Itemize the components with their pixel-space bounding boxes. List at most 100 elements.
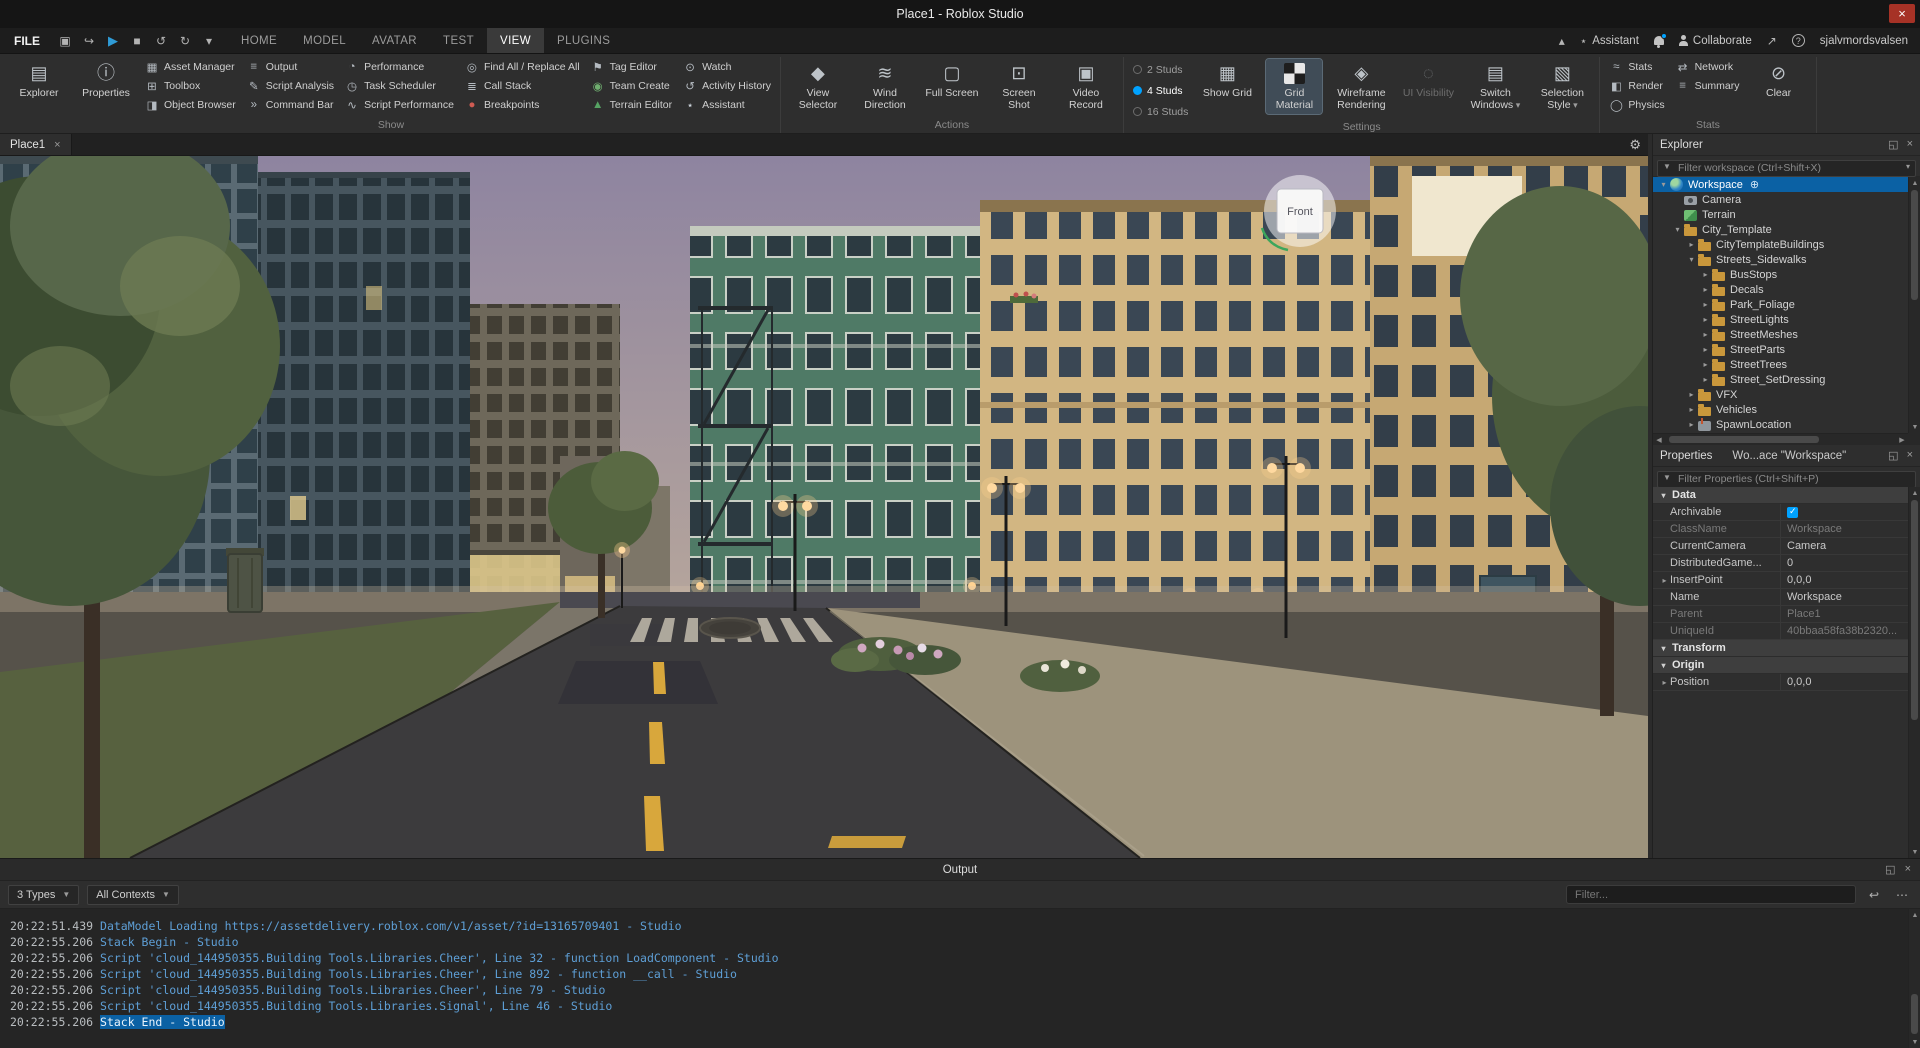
- log-line[interactable]: 20:22:55.206 Script 'cloud_144950355.Bui…: [10, 950, 1908, 966]
- scroll-right-icon[interactable]: ▶: [1896, 434, 1908, 446]
- property-value-currentcamera[interactable]: Camera: [1781, 538, 1908, 554]
- property-section-origin[interactable]: ▾Origin: [1653, 657, 1908, 674]
- menu-tab-home[interactable]: HOME: [228, 28, 290, 53]
- ribbon-breakpoints-button[interactable]: ●Breakpoints: [465, 97, 580, 112]
- expand-arrow-icon[interactable]: ▾: [1686, 255, 1697, 264]
- menu-tab-avatar[interactable]: AVATAR: [359, 28, 430, 53]
- play-icon[interactable]: ▶: [102, 31, 124, 51]
- properties-dock-icon[interactable]: ◱: [1888, 449, 1898, 462]
- ribbon-screen-shot-button[interactable]: ⊡Screen Shot: [991, 59, 1047, 114]
- window-icon[interactable]: ▣: [54, 31, 76, 51]
- ribbon-4-studs-option[interactable]: 4 Studs: [1133, 83, 1188, 98]
- log-line[interactable]: 20:22:55.206 Script 'cloud_144950355.Bui…: [10, 982, 1908, 998]
- tree-item-decals[interactable]: ▸Decals: [1653, 282, 1908, 297]
- ribbon-full-screen-button[interactable]: ▢Full Screen: [924, 59, 980, 101]
- expand-arrow-icon[interactable]: ▸: [1686, 405, 1697, 414]
- ribbon-asset-manager-button[interactable]: ▦Asset Manager: [145, 59, 236, 74]
- scroll-up-icon[interactable]: ▲: [1909, 177, 1920, 189]
- explorer-dock-icon[interactable]: ◱: [1888, 138, 1898, 151]
- expand-arrow-icon[interactable]: ▸: [1700, 345, 1711, 354]
- tree-item-spawnlocation[interactable]: ▸SpawnLocation: [1653, 417, 1908, 432]
- scroll-down-icon[interactable]: ▼: [1909, 846, 1920, 858]
- menu-tab-plugins[interactable]: PLUGINS: [544, 28, 623, 53]
- property-value-uniqueid[interactable]: 40bbaa58fa38b2320...: [1781, 623, 1908, 639]
- stop-icon[interactable]: ■: [126, 31, 148, 51]
- tree-item-streets-sidewalks[interactable]: ▾Streets_Sidewalks: [1653, 252, 1908, 267]
- properties-vscrollbar[interactable]: ▲ ▼: [1908, 487, 1920, 858]
- ribbon-summary-button[interactable]: ≡Summary: [1676, 78, 1740, 93]
- tree-item-street-setdressing[interactable]: ▸Street_SetDressing: [1653, 372, 1908, 387]
- viewport-settings-gear-icon[interactable]: ⚙: [1629, 137, 1641, 153]
- ribbon-network-button[interactable]: ⇄Network: [1676, 59, 1740, 74]
- ribbon-render-button[interactable]: ◧Render: [1609, 78, 1664, 93]
- ribbon-script-analysis-button[interactable]: ✎Script Analysis: [247, 78, 334, 93]
- ribbon-script-performance-button[interactable]: ∿Script Performance: [345, 97, 454, 112]
- more-options-icon[interactable]: ⋯: [1892, 885, 1912, 905]
- property-section-transform[interactable]: ▾Transform: [1653, 640, 1908, 657]
- property-value-position[interactable]: 0,0,0: [1781, 674, 1908, 690]
- collaborate-button[interactable]: Collaborate: [1679, 35, 1752, 47]
- properties-close-icon[interactable]: ×: [1907, 449, 1913, 462]
- log-line[interactable]: 20:22:51.439 DataModel Loading https://a…: [10, 918, 1908, 934]
- ribbon-terrain-editor-button[interactable]: ▲Terrain Editor: [591, 97, 672, 112]
- chevron-down-icon[interactable]: ▾: [198, 31, 220, 51]
- ribbon-call-stack-button[interactable]: ≣Call Stack: [465, 78, 580, 93]
- share-icon[interactable]: ↗: [1767, 34, 1777, 48]
- scroll-up-icon[interactable]: ▲: [1909, 909, 1920, 921]
- ribbon-selection-style-button[interactable]: ▧Selection Style ▾: [1534, 59, 1590, 114]
- word-wrap-icon[interactable]: ↩: [1864, 885, 1884, 905]
- ribbon-performance-button[interactable]: ◔Performance: [345, 59, 454, 74]
- tree-item-streetparts[interactable]: ▸StreetParts: [1653, 342, 1908, 357]
- expand-arrow-icon[interactable]: ▸: [1659, 678, 1670, 687]
- explorer-hscrollbar[interactable]: ◀ ▶: [1653, 433, 1908, 445]
- tree-item-streettrees[interactable]: ▸StreetTrees: [1653, 357, 1908, 372]
- ribbon-command-bar-button[interactable]: »Command Bar: [247, 97, 334, 112]
- ribbon-find-all-replace-all-button[interactable]: ◎Find All / Replace All: [465, 59, 580, 74]
- output-types-dropdown[interactable]: 3 Types ▼: [8, 885, 79, 905]
- expand-arrow-icon[interactable]: ▸: [1700, 375, 1711, 384]
- ribbon-watch-button[interactable]: ⊙Watch: [683, 59, 771, 74]
- tree-item-workspace[interactable]: ▾Workspace⊕: [1653, 177, 1908, 192]
- explorer-filter-input[interactable]: [1657, 160, 1916, 177]
- scroll-down-icon[interactable]: ▼: [1909, 421, 1920, 433]
- ribbon-wind-direction-button[interactable]: ≋Wind Direction: [857, 59, 913, 114]
- expand-arrow-icon[interactable]: ▸: [1686, 240, 1697, 249]
- property-value-classname[interactable]: Workspace: [1781, 521, 1908, 537]
- file-menu-button[interactable]: FILE: [0, 28, 54, 53]
- username[interactable]: sjalvmordsvalsen: [1820, 35, 1908, 47]
- scroll-up-icon[interactable]: ▲: [1909, 487, 1920, 499]
- ribbon-video-record-button[interactable]: ▣Video Record: [1058, 59, 1114, 114]
- menu-tab-view[interactable]: VIEW: [487, 28, 544, 53]
- ribbon-explorer-button[interactable]: ▤Explorer: [11, 59, 67, 101]
- ribbon-switch-windows-button[interactable]: ▤Switch Windows ▾: [1467, 59, 1523, 114]
- expand-arrow-icon[interactable]: ▸: [1700, 285, 1711, 294]
- notifications-bell-icon[interactable]: [1654, 36, 1664, 45]
- tree-item-park-foliage[interactable]: ▸Park_Foliage: [1653, 297, 1908, 312]
- properties-filter-input[interactable]: [1657, 471, 1916, 488]
- expand-arrow-icon[interactable]: ▸: [1700, 300, 1711, 309]
- menu-tab-test[interactable]: TEST: [430, 28, 487, 53]
- ribbon-grid-material-button[interactable]: Grid Material: [1266, 59, 1322, 114]
- expand-arrow-icon[interactable]: ▸: [1659, 576, 1670, 585]
- property-value-distributedgame[interactable]: 0: [1781, 555, 1908, 571]
- log-line[interactable]: 20:22:55.206 Script 'cloud_144950355.Bui…: [10, 966, 1908, 982]
- ribbon-stats-button[interactable]: ≈Stats: [1609, 59, 1664, 74]
- tree-item-vehicles[interactable]: ▸Vehicles: [1653, 402, 1908, 417]
- expand-arrow-icon[interactable]: ▸: [1686, 420, 1697, 429]
- property-value-name[interactable]: Workspace: [1781, 589, 1908, 605]
- ribbon-clear-button[interactable]: ⊘Clear: [1751, 59, 1807, 101]
- tree-item-camera[interactable]: Camera: [1653, 192, 1908, 207]
- ribbon-tag-editor-button[interactable]: ⚑Tag Editor: [591, 59, 672, 74]
- log-line[interactable]: 20:22:55.206 Stack End - Studio: [10, 1014, 1908, 1030]
- menu-tab-model[interactable]: MODEL: [290, 28, 359, 53]
- ribbon-object-browser-button[interactable]: ◨Object Browser: [145, 97, 236, 112]
- ribbon-task-scheduler-button[interactable]: ◷Task Scheduler: [345, 78, 454, 93]
- expand-arrow-icon[interactable]: ▾: [1672, 225, 1683, 234]
- ribbon-show-grid-button[interactable]: ▦Show Grid: [1199, 59, 1255, 101]
- expand-arrow-icon[interactable]: ▸: [1700, 360, 1711, 369]
- collapse-ribbon-icon[interactable]: ▴: [1559, 34, 1565, 48]
- help-icon[interactable]: ?: [1792, 34, 1805, 47]
- tree-item-streetlights[interactable]: ▸StreetLights: [1653, 312, 1908, 327]
- redo-icon[interactable]: ↻: [174, 31, 196, 51]
- ribbon-ui-visibility-button[interactable]: ◌UI Visibility: [1400, 59, 1456, 101]
